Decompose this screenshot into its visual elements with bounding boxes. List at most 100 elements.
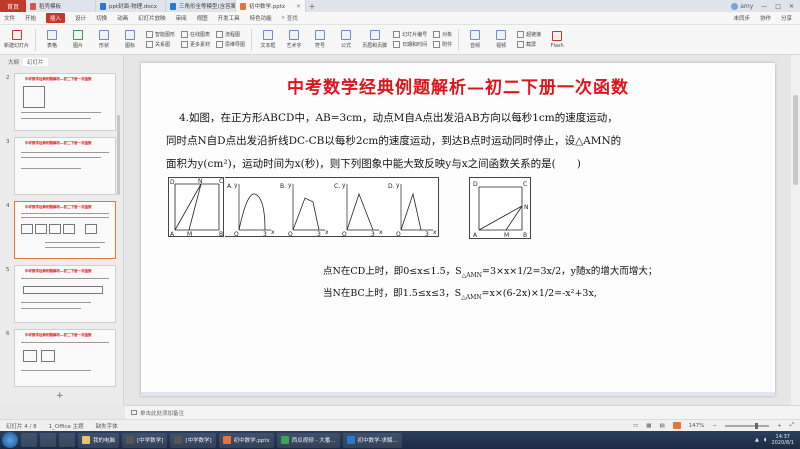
taskbar-app[interactable]: [中学数学]: [122, 432, 168, 448]
tab-outline[interactable]: 大纲: [8, 58, 19, 66]
view-normal-icon[interactable]: ▭: [633, 423, 638, 429]
zoom-out-icon[interactable]: −: [712, 423, 717, 429]
slide-number: 6: [6, 331, 10, 337]
table-button[interactable]: 表格: [42, 30, 62, 49]
zoom-level[interactable]: 147%: [689, 423, 705, 429]
thumb-title: 中考数学经典例题解析—初二下册一次函数: [25, 141, 92, 145]
axis-y-label: y: [234, 182, 238, 189]
close-icon[interactable]: ✕: [296, 3, 301, 10]
menu-file[interactable]: 文件: [4, 14, 15, 22]
slide-thumbnail-selected[interactable]: 中考数学经典例题解析—初二下册一次函数: [14, 201, 116, 259]
shape-button[interactable]: 形状: [94, 30, 114, 49]
menu-home[interactable]: 开始: [25, 14, 36, 22]
sync-status[interactable]: 未同步: [733, 14, 750, 22]
start-button[interactable]: [2, 432, 18, 448]
doc-tab[interactable]: ppt封面-物理.docx: [96, 0, 166, 12]
slide[interactable]: 中考数学经典例题解析—初二下册一次函数 4.如图，在正方形ABCD中，AB=3c…: [141, 63, 775, 396]
taskbar-app[interactable]: 初中数学-求解...: [342, 432, 402, 448]
mindmap-button[interactable]: 思维导图: [216, 41, 245, 48]
flowchart-button[interactable]: 流程图: [216, 31, 245, 38]
doc-tab[interactable]: 三角形全等模型(含答案): [166, 0, 236, 12]
collab-button[interactable]: 协作: [760, 14, 771, 22]
panel-tabs: 大纲 幻灯片: [0, 55, 123, 69]
search-box[interactable]: ⌕ 查找: [282, 14, 298, 23]
picture-button[interactable]: 图片: [68, 30, 88, 49]
panel-scrollbar[interactable]: [117, 115, 120, 195]
doc-tab[interactable]: 稻壳模板: [26, 0, 96, 12]
maximize-icon[interactable]: □: [775, 3, 781, 10]
menu-transition[interactable]: 切换: [96, 14, 107, 22]
clock[interactable]: 14:37 2020/8/1: [772, 434, 794, 446]
menu-review[interactable]: 审阅: [176, 14, 187, 22]
minimize-icon[interactable]: —: [761, 3, 767, 10]
menu-features[interactable]: 特色功能: [250, 14, 272, 22]
slideshow-play-icon[interactable]: [672, 422, 681, 429]
missing-font-button[interactable]: 缺失字体: [96, 422, 118, 430]
new-slide-button[interactable]: 新建幻灯片: [4, 30, 29, 49]
menu-design[interactable]: 设计: [75, 14, 86, 22]
volume-icon[interactable]: ◖: [764, 437, 767, 443]
fit-window-icon[interactable]: ⤢: [790, 422, 794, 429]
more-material-button[interactable]: 更多素材: [181, 41, 210, 48]
user-account[interactable]: amy: [731, 2, 753, 10]
home-tab[interactable]: 首页: [0, 0, 26, 12]
slide-number: 5: [6, 267, 10, 273]
object-button[interactable]: 对象: [433, 31, 452, 38]
thumb-text-line: [21, 213, 109, 214]
new-tab-button[interactable]: +: [306, 0, 318, 12]
thumb-figure: [35, 224, 47, 234]
icon-button[interactable]: 图标: [120, 30, 140, 49]
online-chart-button[interactable]: 在线图表: [181, 31, 210, 38]
share-button[interactable]: 分享: [781, 14, 792, 22]
media-player-icon[interactable]: [40, 433, 56, 447]
video-button[interactable]: 视频: [491, 30, 511, 49]
audio-button[interactable]: 音频: [465, 30, 485, 49]
taskbar-app[interactable]: 初中数学.pptx: [218, 432, 274, 448]
doc-tab-active[interactable]: 初中数学.pptx ✕: [236, 0, 306, 12]
menu-insert[interactable]: 插入: [46, 13, 66, 23]
taskbar-app[interactable]: 我的电脑: [78, 432, 120, 448]
slide-thumbnail[interactable]: 中考数学经典例题解析—初二下册一次函数: [14, 329, 116, 387]
axis-y-label: y: [396, 182, 400, 189]
smart-art-button[interactable]: 智能图形: [146, 31, 175, 38]
taskbar-app[interactable]: 西瓜视频 - 大番...: [276, 432, 340, 448]
textbox-button[interactable]: 文本框: [258, 30, 278, 49]
browser-icon[interactable]: [59, 433, 75, 447]
view-sorter-icon[interactable]: ▦: [646, 423, 651, 429]
tab-slides[interactable]: 幻灯片: [23, 58, 48, 66]
date-time-button[interactable]: 日期和时间: [393, 41, 427, 48]
scroll-thumb[interactable]: [793, 95, 798, 185]
doc-tab-label: ppt封面-物理.docx: [109, 4, 158, 10]
relation-button[interactable]: 关系图: [146, 41, 175, 48]
options-svg: A. y O 3 x B. y O 3 x C. y O 3 x D. y O …: [227, 182, 437, 238]
close-window-icon[interactable]: ✕: [789, 3, 794, 10]
flash-button[interactable]: Flash: [547, 30, 567, 49]
zoom-slider[interactable]: [724, 422, 769, 429]
slide-thumbnail[interactable]: 中考数学经典例题解析—初二下册一次函数: [14, 73, 116, 131]
slide-thumbnail[interactable]: 中考数学经典例题解析—初二下册一次函数: [14, 137, 116, 195]
attachment-button[interactable]: 附件: [433, 41, 452, 48]
slide-number-button[interactable]: 幻灯片编号: [393, 31, 427, 38]
menu-developer[interactable]: 开发工具: [218, 14, 240, 22]
menu-slideshow[interactable]: 幻灯片放映: [138, 14, 166, 22]
header-footer-button[interactable]: 页眉和页脚: [362, 30, 387, 49]
explorer-icon[interactable]: [21, 433, 37, 447]
network-icon[interactable]: ▲: [755, 437, 759, 443]
zoom-in-icon[interactable]: +: [777, 423, 782, 429]
label-d: D: [473, 181, 478, 188]
menu-animation[interactable]: 动画: [117, 14, 128, 22]
screenshot-button[interactable]: 截屏: [517, 41, 541, 48]
formula-button[interactable]: 公式: [336, 30, 356, 49]
hyperlink-button[interactable]: 超链接: [517, 31, 541, 38]
wordart-button[interactable]: 艺术字: [284, 30, 304, 49]
vertical-scrollbar[interactable]: [791, 55, 800, 405]
notes-pane[interactable]: 单击此处添加备注: [125, 405, 800, 419]
view-reading-icon[interactable]: ▤: [659, 423, 664, 429]
folder-icon: [82, 436, 90, 444]
add-slide-button[interactable]: +: [56, 391, 64, 401]
menu-view[interactable]: 视图: [197, 14, 208, 22]
slide-thumbnail[interactable]: 中考数学经典例题解析—初二下册一次函数: [14, 265, 116, 323]
taskbar-app[interactable]: [中学数学]: [170, 432, 216, 448]
symbol-button[interactable]: 符号: [310, 30, 330, 49]
wordart-icon: [289, 30, 300, 40]
